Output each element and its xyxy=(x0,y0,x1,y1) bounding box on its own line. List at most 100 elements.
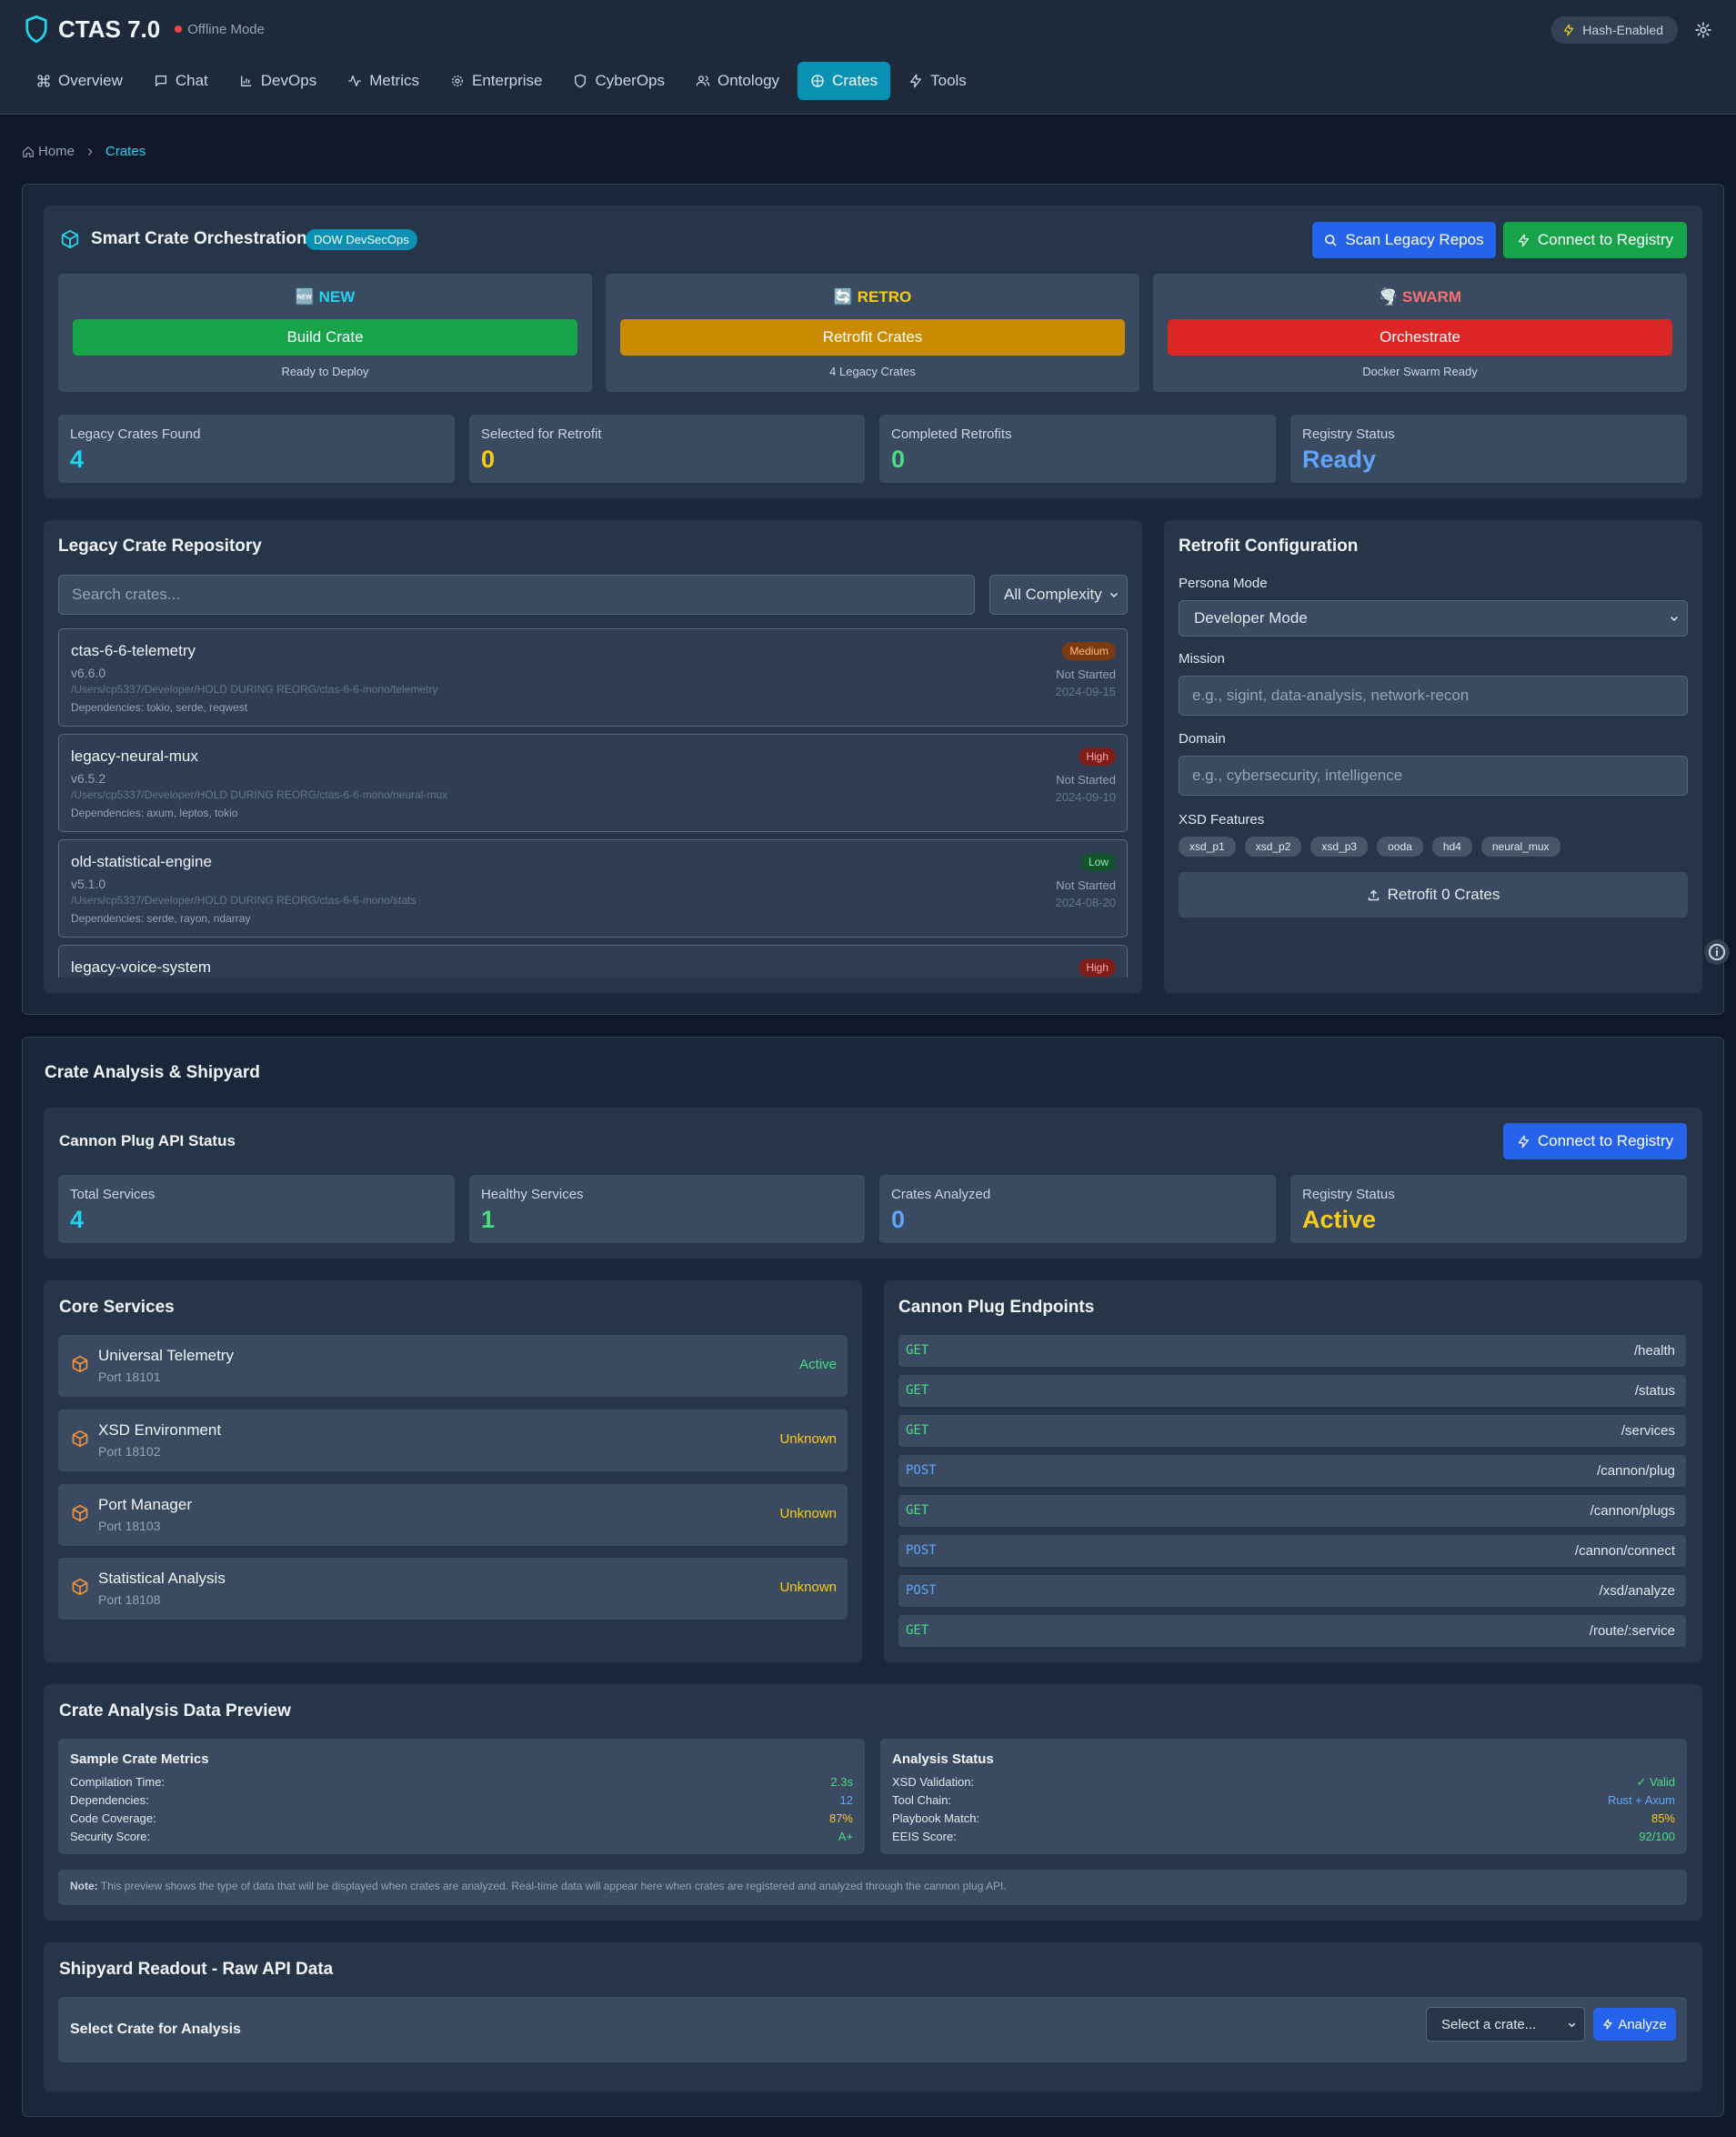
search-crates-input[interactable] xyxy=(58,575,975,615)
service-status: Active xyxy=(799,1357,837,1372)
hash-enabled-badge[interactable]: Hash-Enabled xyxy=(1551,16,1678,44)
orchestrate-button[interactable]: Orchestrate xyxy=(1168,319,1672,356)
mode-name: RETRO xyxy=(857,288,912,306)
crate-item[interactable]: old-statistical-engine v5.1.0 /Users/cp5… xyxy=(58,839,1128,938)
metric-value: 87% xyxy=(828,1811,853,1825)
mission-label: Mission xyxy=(1179,651,1225,667)
complexity-filter-select[interactable]: All Complexity xyxy=(989,575,1128,615)
crate-item[interactable]: ctas-6-6-telemetry v6.6.0 /Users/cp5337/… xyxy=(58,628,1128,727)
endpoint-row[interactable]: GET/status xyxy=(898,1375,1686,1407)
complexity-badge: High xyxy=(1079,747,1116,766)
analyze-label: Analyze xyxy=(1618,2016,1667,2032)
mode-caption: 4 Legacy Crates xyxy=(829,365,916,378)
breadcrumb-home[interactable]: Home xyxy=(38,144,75,159)
mode-title: 🔄 RETRO xyxy=(606,288,1139,306)
command-icon xyxy=(37,75,50,87)
mode-card-swarm: 🌪️ SWARM Orchestrate Docker Swarm Ready xyxy=(1153,274,1687,392)
retrofit-crates-submit-button[interactable]: Retrofit 0 Crates xyxy=(1179,872,1688,918)
app-title: CTAS 7.0 xyxy=(58,15,161,43)
mode-card-retro: 🔄 RETRO Retrofit Crates 4 Legacy Crates xyxy=(606,274,1139,392)
build-crate-button[interactable]: Build Crate xyxy=(73,319,577,356)
feature-chip[interactable]: xsd_p2 xyxy=(1244,837,1302,857)
feature-chip[interactable]: xsd_p3 xyxy=(1310,837,1369,857)
stat-label: Legacy Crates Found xyxy=(70,426,201,442)
service-row[interactable]: Port Manager Port 18103 Unknown xyxy=(58,1484,848,1546)
crate-version: v6.5.2 xyxy=(71,771,106,786)
crate-select-value: Select a crate... xyxy=(1441,2016,1537,2032)
feature-chip[interactable]: hd4 xyxy=(1431,837,1472,857)
note-label: Note: xyxy=(70,1880,98,1892)
connect-registry-button[interactable]: Connect to Registry xyxy=(1503,222,1687,258)
endpoint-method: POST xyxy=(906,1543,937,1558)
stat-value: Ready xyxy=(1302,446,1377,473)
endpoint-row[interactable]: POST/xsd/analyze xyxy=(898,1575,1686,1607)
tab-devops[interactable]: DevOps xyxy=(226,62,329,100)
endpoint-method: POST xyxy=(906,1463,937,1478)
status-row: EEIS Score: 92/100 xyxy=(892,1830,1675,1843)
analyze-button[interactable]: Analyze xyxy=(1593,2008,1676,2041)
stat-value: 0 xyxy=(891,446,906,473)
endpoint-path: /status xyxy=(1634,1383,1675,1399)
feature-chip[interactable]: xsd_p1 xyxy=(1179,837,1236,857)
metric-label: Compilation Time: xyxy=(70,1775,166,1789)
tab-crates[interactable]: Crates xyxy=(798,62,891,100)
package-icon xyxy=(72,1504,88,1522)
crate-item[interactable]: legacy-voice-system High xyxy=(58,945,1128,978)
stat-registry-status: Registry Status Active xyxy=(1290,1175,1687,1243)
tab-metrics[interactable]: Metrics xyxy=(335,62,432,100)
endpoint-path: /services xyxy=(1621,1423,1675,1439)
crate-status: Not Started xyxy=(1056,773,1116,787)
service-row[interactable]: Statistical Analysis Port 18108 Unknown xyxy=(58,1558,848,1620)
retrofit-crates-button[interactable]: Retrofit Crates xyxy=(620,319,1125,356)
endpoint-row[interactable]: GET/cannon/plugs xyxy=(898,1495,1686,1527)
mode-name: NEW xyxy=(318,288,356,306)
endpoint-row[interactable]: GET/route/:service xyxy=(898,1615,1686,1647)
new-emoji-icon: 🆕 xyxy=(295,288,315,306)
service-status: Unknown xyxy=(779,1580,837,1595)
breadcrumb: Home Crates xyxy=(22,144,146,159)
feature-chip[interactable]: ooda xyxy=(1377,837,1423,857)
mode-caption: Docker Swarm Ready xyxy=(1362,365,1478,378)
tab-enterprise[interactable]: Enterprise xyxy=(437,62,555,100)
tab-cyberops[interactable]: CyberOps xyxy=(560,62,677,100)
gear-icon[interactable] xyxy=(1694,21,1712,39)
sample-metrics-panel: Sample Crate Metrics Compilation Time: 2.… xyxy=(58,1739,865,1854)
core-services-title: Core Services xyxy=(59,1298,175,1317)
tab-chat[interactable]: Chat xyxy=(141,62,221,100)
mode-title: 🆕 NEW xyxy=(58,288,592,306)
scan-legacy-repos-button[interactable]: Scan Legacy Repos xyxy=(1312,222,1496,258)
service-row[interactable]: XSD Environment Port 18102 Unknown xyxy=(58,1410,848,1471)
stat-total-services: Total Services 4 xyxy=(58,1175,455,1243)
stat-value: Active xyxy=(1302,1206,1377,1233)
status-value: 85% xyxy=(1651,1811,1675,1825)
service-row[interactable]: Universal Telemetry Port 18101 Active xyxy=(58,1335,848,1397)
stat-label: Completed Retrofits xyxy=(891,426,1012,442)
tab-ontology[interactable]: Ontology xyxy=(683,62,792,100)
tab-label: Metrics xyxy=(369,72,419,89)
tab-tools[interactable]: Tools xyxy=(896,62,979,100)
feature-chip[interactable]: neural_mux xyxy=(1480,837,1560,857)
stat-label: Crates Analyzed xyxy=(891,1187,991,1202)
tab-label: Overview xyxy=(58,72,123,89)
cube-icon xyxy=(61,229,79,249)
status-label: Playbook Match: xyxy=(892,1811,980,1825)
endpoint-row[interactable]: POST/cannon/connect xyxy=(898,1535,1686,1567)
status-label: Tool Chain: xyxy=(892,1793,952,1807)
metric-row: Code Coverage: 87% xyxy=(70,1811,853,1825)
connect-registry-button-2[interactable]: Connect to Registry xyxy=(1503,1123,1687,1159)
persona-mode-select[interactable]: Developer Mode xyxy=(1179,600,1688,637)
tab-overview[interactable]: Overview xyxy=(24,62,135,100)
domain-input[interactable] xyxy=(1179,756,1688,796)
info-icon[interactable] xyxy=(1703,938,1731,966)
select-crate-title: Select Crate for Analysis xyxy=(70,2022,241,2037)
service-status: Unknown xyxy=(779,1506,837,1521)
mission-input[interactable] xyxy=(1179,676,1688,716)
crate-select[interactable]: Select a crate... xyxy=(1426,2007,1585,2042)
crate-item[interactable]: legacy-neural-mux v6.5.2 /Users/cp5337/D… xyxy=(58,734,1128,832)
endpoint-row[interactable]: GET/services xyxy=(898,1415,1686,1447)
crate-version: v6.6.0 xyxy=(71,666,106,680)
preview-note: Note: This preview shows the type of dat… xyxy=(58,1870,1687,1905)
endpoint-row[interactable]: GET/health xyxy=(898,1335,1686,1367)
endpoint-row[interactable]: POST/cannon/plug xyxy=(898,1455,1686,1487)
status-title: Analysis Status xyxy=(892,1751,994,1767)
